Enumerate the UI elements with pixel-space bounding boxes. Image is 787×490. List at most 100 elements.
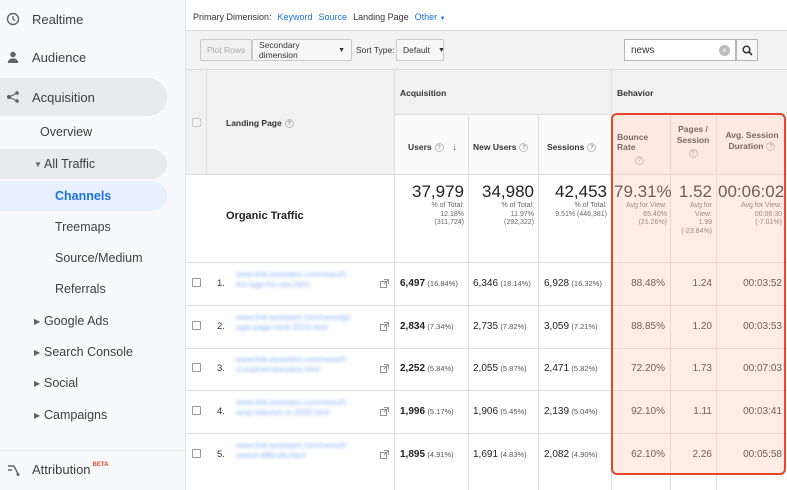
row-checkbox[interactable] — [192, 320, 201, 330]
row-checkbox[interactable] — [192, 278, 201, 287]
help-icon[interactable]: ? — [766, 142, 776, 152]
nav-campaigns-label: Campaigns — [44, 408, 108, 422]
table-row[interactable]: 5. www.link-assistant.com/news/h yword-d… — [186, 434, 787, 476]
nav-campaigns[interactable]: ▶ Campaigns — [0, 400, 185, 430]
row-new-users: 6,346 (18.14%) — [473, 278, 531, 289]
landing-page-url-l2: amp-relevant-in-2020.html — [236, 408, 330, 418]
row-new-users-pct: (5.45%) — [500, 407, 527, 417]
dimension-source[interactable]: Source — [319, 12, 348, 22]
nav-treemaps[interactable]: Treemaps — [0, 212, 185, 242]
row-sessions-value: 2,139 — [544, 406, 570, 418]
row-new-users: 2,735 (7.82%) — [473, 321, 527, 332]
col-bounce-rate[interactable]: Bounce Rate ? — [617, 132, 667, 165]
help-icon[interactable]: ? — [635, 156, 644, 165]
row-users-pct: (16.84%) — [427, 279, 458, 288]
nav-search-console[interactable]: ▶ Search Console — [0, 337, 185, 367]
secondary-dimension-label: Secondary dimension — [259, 40, 300, 60]
attribution-icon — [4, 461, 22, 479]
landing-page-link[interactable]: www.link-assistant.com/news/h tml-tags-f… — [236, 270, 362, 290]
nav-realtime[interactable]: Realtime — [0, 0, 185, 38]
col-avg-duration-l2: Duration — [728, 141, 764, 151]
help-icon[interactable]: ? — [688, 149, 698, 158]
table-row[interactable]: 1. www.link-assistant.com/news/h tml-tag… — [186, 263, 787, 305]
nav-source-medium[interactable]: Source/Medium — [0, 243, 185, 273]
col-landing-page[interactable]: Landing Page? — [226, 118, 294, 129]
table-row[interactable]: 4. www.link-assistant.com/news/h amp-rel… — [186, 391, 787, 433]
secondary-dimension-select[interactable]: Secondary dimension ▼ — [252, 39, 352, 61]
nav-treemaps-label: Treemaps — [55, 220, 111, 234]
landing-page-link[interactable]: www.link-assistant.com/news/go ogle-page… — [236, 313, 362, 333]
landing-page-link[interactable]: www.link-assistant.com/news/h amp-releva… — [236, 398, 362, 418]
landing-page-link[interactable]: www.link-assistant.com/news/h d-expired-… — [236, 355, 362, 375]
row-checkbox[interactable] — [192, 406, 201, 416]
nav-attribution[interactable]: Attribution BETA — [0, 450, 185, 488]
help-icon[interactable]: ? — [284, 119, 294, 129]
open-link-icon[interactable] — [380, 449, 389, 459]
nav-acquisition[interactable]: Acquisition — [0, 78, 167, 116]
total-new-users-sub3: (292,322) — [504, 219, 534, 226]
open-link-icon[interactable] — [380, 364, 389, 374]
row-bounce-rate: 88.48% — [631, 278, 665, 289]
total-pages-value: 1.52 — [678, 182, 712, 201]
group-acquisition: Acquisition — [400, 88, 447, 98]
nav-all-traffic[interactable]: ▼ All Traffic — [0, 149, 167, 179]
select-all-checkbox[interactable] — [192, 118, 201, 127]
sort-type-select[interactable]: Default ▼ — [396, 39, 445, 61]
col-users[interactable]: Users? ↓ — [408, 142, 457, 153]
dimension-landing-page[interactable]: Landing Page — [353, 12, 409, 22]
help-icon[interactable]: ? — [519, 143, 529, 153]
search-value: news — [631, 45, 655, 56]
open-link-icon[interactable] — [380, 321, 389, 331]
col-pages-session[interactable]: Pages / Session ? — [673, 124, 713, 158]
triangle-right-icon: ▶ — [34, 378, 41, 388]
help-icon[interactable]: ? — [434, 143, 444, 153]
clear-icon[interactable]: × — [719, 45, 730, 56]
clock-icon — [4, 10, 22, 28]
total-bounce-sub3: (21.26%) — [638, 219, 667, 226]
table-row[interactable]: 3. www.link-assistant.com/news/h d-expir… — [186, 348, 787, 390]
table-row[interactable]: 2. www.link-assistant.com/news/go ogle-p… — [186, 306, 787, 348]
open-link-icon[interactable] — [380, 407, 389, 417]
help-icon[interactable]: ? — [587, 143, 597, 153]
row-checkbox[interactable] — [192, 448, 201, 458]
row-pages-session: 1.11 — [693, 406, 712, 418]
search-button[interactable] — [736, 39, 758, 61]
total-sessions-sub1: % of Total: — [574, 202, 607, 209]
row-sessions-pct: (4.90%) — [571, 449, 598, 459]
row-sessions-value: 6,928 — [544, 278, 570, 289]
landing-page-link[interactable]: www.link-assistant.com/news/h yword-diff… — [236, 441, 362, 461]
plot-rows-button[interactable]: Plot Rows — [200, 39, 253, 61]
open-link-icon[interactable] — [380, 279, 389, 288]
total-duration-sub2: 00:06:30 — [754, 210, 782, 218]
nav-audience[interactable]: Audience — [0, 38, 185, 76]
col-avg-session-duration[interactable]: Avg. Session Duration? — [720, 130, 784, 152]
total-users-value: 37,979 — [412, 182, 464, 201]
beta-badge: BETA — [92, 461, 109, 468]
triangle-down-icon: ▼ — [34, 159, 42, 169]
sidebar: Realtime Audience Acquisition Overview ▼… — [0, 0, 186, 490]
dimension-keyword[interactable]: Keyword — [278, 12, 313, 22]
total-duration-value: 00:06:02 — [718, 182, 785, 201]
col-new-users[interactable]: New Users? — [473, 142, 529, 153]
nav-social[interactable]: ▶ Social — [0, 368, 185, 398]
col-sessions[interactable]: Sessions? — [547, 142, 597, 153]
row-number: 4. — [217, 406, 225, 418]
row-new-users-value: 2,735 — [473, 320, 499, 332]
sort-desc-icon[interactable]: ↓ — [452, 142, 457, 153]
table-search-input[interactable]: news × — [624, 39, 736, 61]
nav-attribution-label: Attribution — [32, 462, 91, 477]
row-sessions: 6,928 (16.32%) — [544, 278, 602, 289]
nav-referrals[interactable]: Referrals — [0, 274, 185, 304]
dimension-other[interactable]: Other ▼ — [415, 12, 446, 22]
group-behavior: Behavior — [617, 88, 654, 98]
total-bounce-rate: 79.31% Avg for View: 65.40% (21.26%) — [614, 182, 672, 228]
total-users-sub3: (311,724) — [434, 219, 464, 226]
row-new-users: 2,055 (5.87%) — [473, 363, 527, 374]
total-bounce-sub2: 65.40% — [643, 210, 667, 218]
col-avg-duration-l1: Avg. Session — [725, 130, 779, 140]
nav-overview[interactable]: Overview — [0, 117, 185, 147]
total-bounce-value: 79.31% — [614, 182, 672, 201]
nav-google-ads[interactable]: ▶ Google Ads — [0, 306, 185, 336]
row-checkbox[interactable] — [192, 363, 201, 373]
nav-channels[interactable]: Channels — [0, 181, 167, 211]
